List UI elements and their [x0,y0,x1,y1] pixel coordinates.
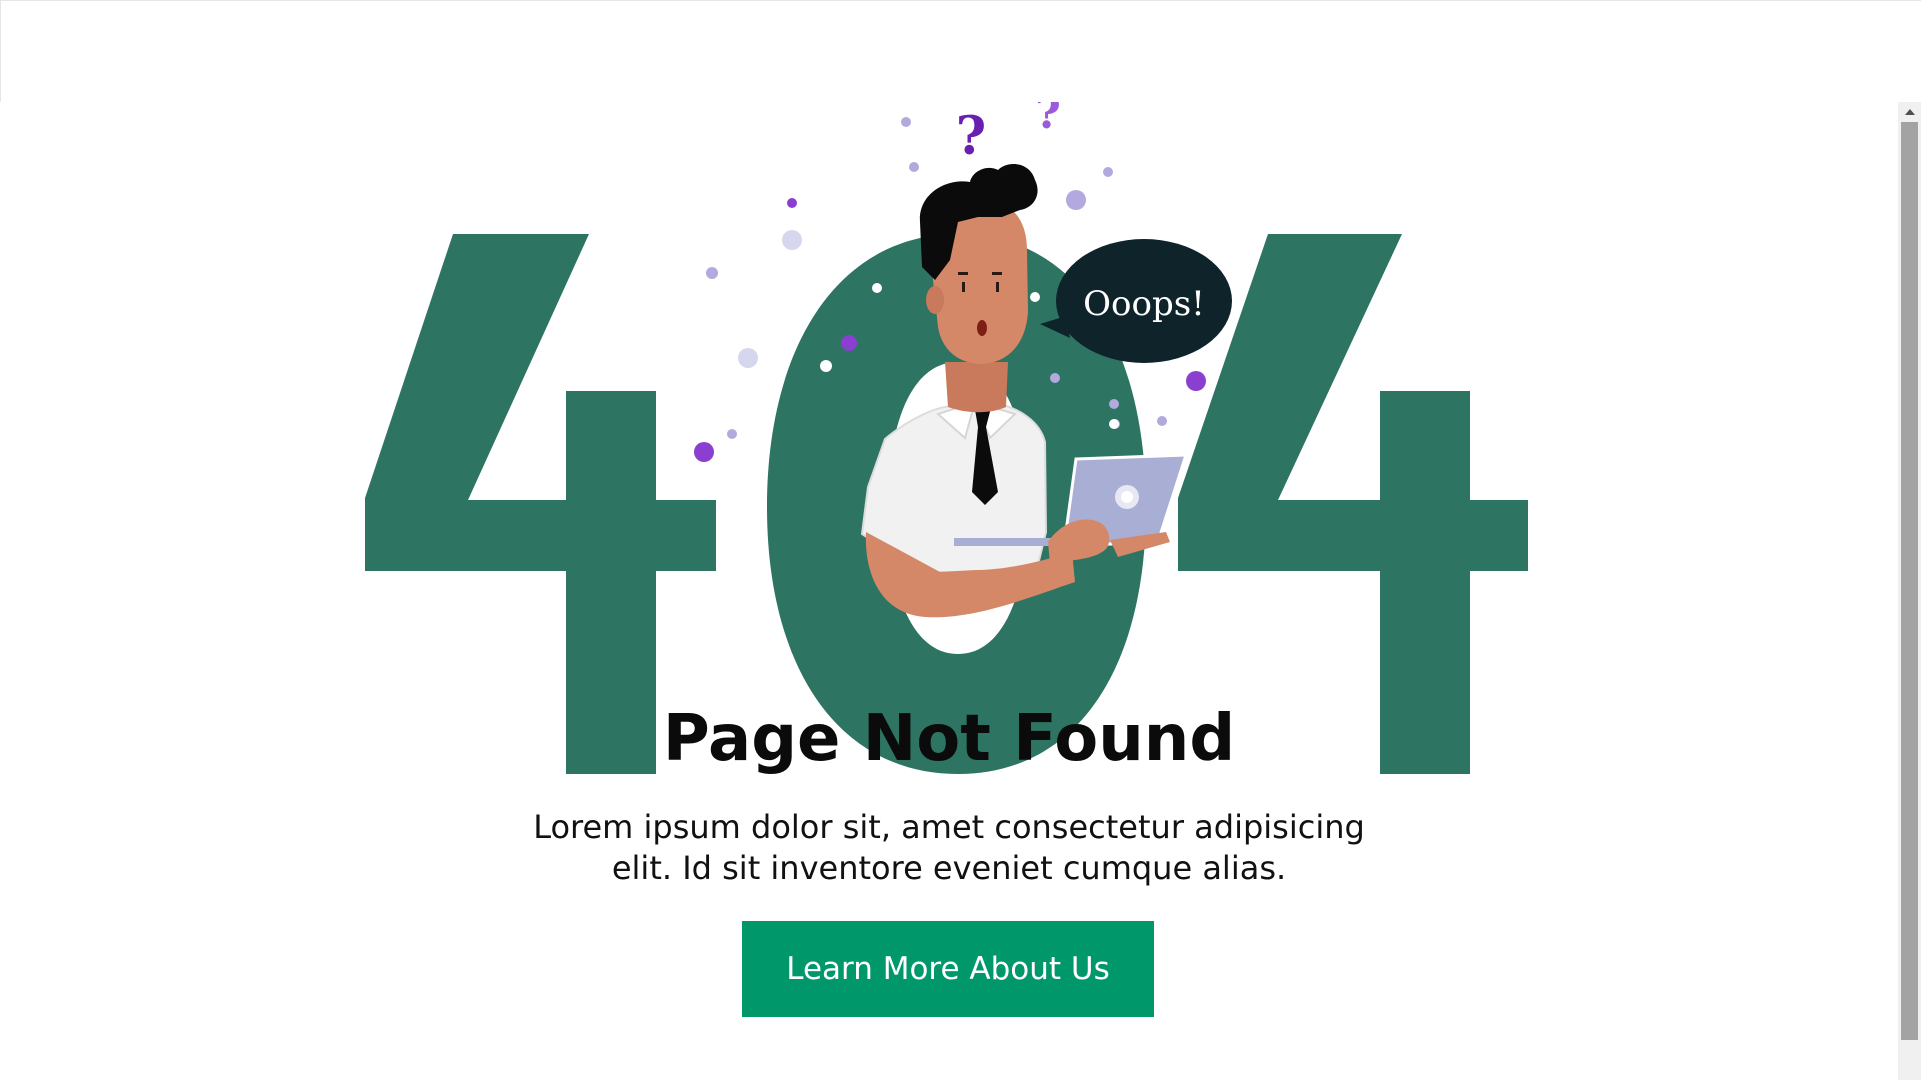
question-mark-icon: ? [956,106,986,167]
speech-bubble-text: Ooops! [1083,284,1205,324]
digit-four-left [365,234,716,774]
learn-more-button[interactable]: Learn More About Us [742,921,1154,1017]
page-viewport: ? ? Ooops! Page Not Found Lorem ipsum do… [0,102,1898,1080]
scroll-up-arrow-icon[interactable] [1898,102,1921,122]
scrollbar-thumb[interactable] [1901,122,1918,1040]
page-description: Lorem ipsum dolor sit, amet consectetur … [533,808,1365,887]
window-left-edge [0,1,1,103]
page-title: Page Not Found [662,702,1236,776]
digit-four-right [1178,234,1528,774]
vertical-scrollbar[interactable] [1898,102,1921,1080]
question-mark-icon: ? [1035,102,1061,139]
window-top-strip [0,0,1921,103]
